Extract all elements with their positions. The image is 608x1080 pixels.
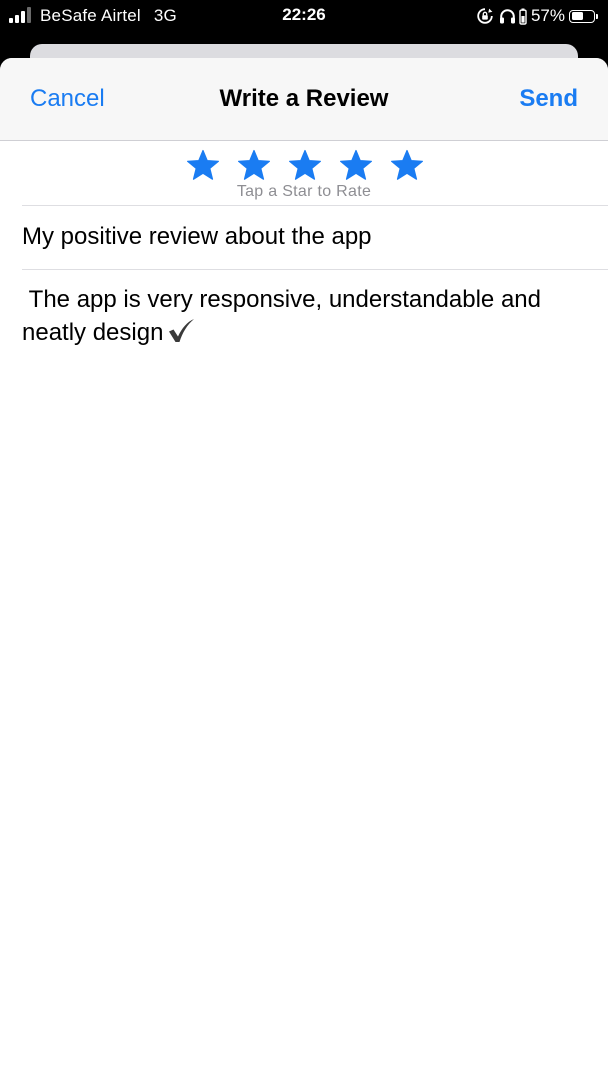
review-title-text: My positive review about the app bbox=[22, 223, 372, 250]
status-indicators: 57% bbox=[476, 5, 598, 27]
checkmark-icon bbox=[167, 318, 195, 344]
battery-cap bbox=[596, 13, 598, 19]
navigation-bar: Cancel Write a Review Send bbox=[0, 58, 608, 141]
battery-icon bbox=[569, 9, 595, 23]
review-sheet: Cancel Write a Review Send Tap a Star to… bbox=[0, 58, 608, 1080]
battery-small-icon bbox=[519, 8, 527, 25]
star-1-icon[interactable] bbox=[186, 149, 220, 181]
send-button[interactable]: Send bbox=[519, 85, 578, 113]
orientation-lock-icon bbox=[476, 7, 494, 25]
review-title-field[interactable]: My positive review about the app bbox=[22, 206, 608, 270]
star-5-icon[interactable] bbox=[390, 149, 424, 181]
rating-hint: Tap a Star to Rate bbox=[236, 183, 372, 200]
battery-level-fill bbox=[571, 12, 583, 20]
star-4-icon[interactable] bbox=[339, 149, 373, 181]
headphones-icon bbox=[499, 8, 516, 25]
star-rating-section: Tap a Star to Rate bbox=[22, 141, 608, 206]
review-screen: BeSafe Airtel 3G 22:26 57% Cancel Write … bbox=[0, 0, 608, 1080]
review-body-field[interactable]: The app is very responsive, understandab… bbox=[0, 270, 608, 349]
battery-percent: 57% bbox=[530, 6, 565, 25]
page-title: Write a Review bbox=[219, 85, 389, 112]
review-body-text: The app is very responsive, understandab… bbox=[22, 286, 548, 346]
star-3-icon[interactable] bbox=[288, 149, 322, 181]
star-rating bbox=[186, 149, 441, 181]
status-bar: BeSafe Airtel 3G 22:26 57% bbox=[0, 0, 608, 32]
star-2-icon[interactable] bbox=[237, 149, 271, 181]
